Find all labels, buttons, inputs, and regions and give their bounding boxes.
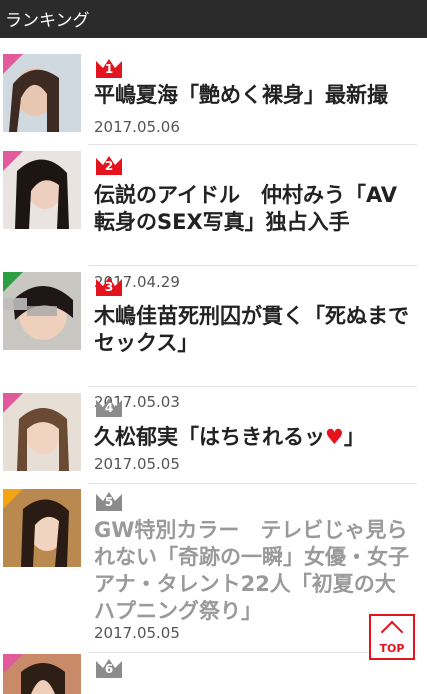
list-item[interactable]: 4 久松郁実「はちきれるッ♥」 2017.05.05 xyxy=(0,387,427,484)
rank-badge: 6 xyxy=(94,657,124,679)
list-item[interactable]: 3 木嶋佳苗死刑囚が貫く「死ぬまでセックス」 2017.05.03 xyxy=(0,266,427,411)
category-corner xyxy=(3,54,23,74)
rank-badge: 3 xyxy=(94,275,124,297)
article-title-text: 久松郁実「はちきれるッ xyxy=(94,425,325,449)
category-corner xyxy=(3,272,23,292)
rank-badge: 5 xyxy=(94,490,124,512)
article-title[interactable]: GW特別カラー テレビじゃ見られない「奇跡の一瞬」女優・女子アナ・タレント22人… xyxy=(94,517,411,625)
thumbnail-image[interactable] xyxy=(3,393,81,471)
rank-badge: 1 xyxy=(94,57,124,79)
list-item[interactable]: 5 GW特別カラー テレビじゃ見られない「奇跡の一瞬」女優・女子アナ・タレント2… xyxy=(0,484,427,653)
thumbnail-image[interactable] xyxy=(3,272,81,350)
list-item[interactable]: 6 xyxy=(0,654,427,694)
back-to-top-label: TOP xyxy=(379,642,405,655)
divider xyxy=(88,652,417,653)
article-title[interactable]: 平嶋夏海「艶めく裸身」最新撮 xyxy=(94,82,411,109)
rank-number: 6 xyxy=(104,662,114,676)
thumbnail-image[interactable] xyxy=(3,151,81,229)
category-corner xyxy=(3,393,23,413)
rank-number: 1 xyxy=(104,62,114,76)
article-title[interactable]: 伝説のアイドル 仲村みう「AV転身のSEX写真」独占入手 xyxy=(94,182,411,236)
rank-number: 4 xyxy=(104,401,114,415)
list-item[interactable]: 1 平嶋夏海「艶めく裸身」最新撮 2017.05.06 xyxy=(0,38,427,145)
article-date: 2017.05.05 xyxy=(94,455,180,473)
rank-number: 5 xyxy=(104,495,114,509)
rank-number: 3 xyxy=(104,280,114,294)
thumbnail-image[interactable] xyxy=(3,654,81,694)
thumbnail-image[interactable] xyxy=(3,54,81,132)
category-corner xyxy=(3,489,23,509)
rank-number: 2 xyxy=(104,159,114,173)
page-header: ランキング xyxy=(0,0,427,38)
article-title-text: 」 xyxy=(343,425,365,449)
category-corner xyxy=(3,151,23,171)
page-title: ランキング xyxy=(5,11,90,31)
article-date: 2017.05.06 xyxy=(94,118,180,136)
list-item[interactable]: 2 伝説のアイドル 仲村みう「AV転身のSEX写真」独占入手 2017.04.2… xyxy=(0,145,427,291)
rank-badge: 2 xyxy=(94,154,124,176)
heart-icon: ♥ xyxy=(325,425,344,449)
back-to-top-button[interactable]: TOP xyxy=(369,614,415,660)
article-title[interactable]: 木嶋佳苗死刑囚が貫く「死ぬまでセックス」 xyxy=(94,303,411,357)
article-date: 2017.05.05 xyxy=(94,624,180,642)
thumbnail-image[interactable] xyxy=(3,489,81,567)
rank-badge: 4 xyxy=(94,396,124,418)
article-title[interactable]: 久松郁実「はちきれるッ♥」 xyxy=(94,424,411,451)
chevron-up-icon xyxy=(380,620,404,644)
category-corner xyxy=(3,654,23,674)
